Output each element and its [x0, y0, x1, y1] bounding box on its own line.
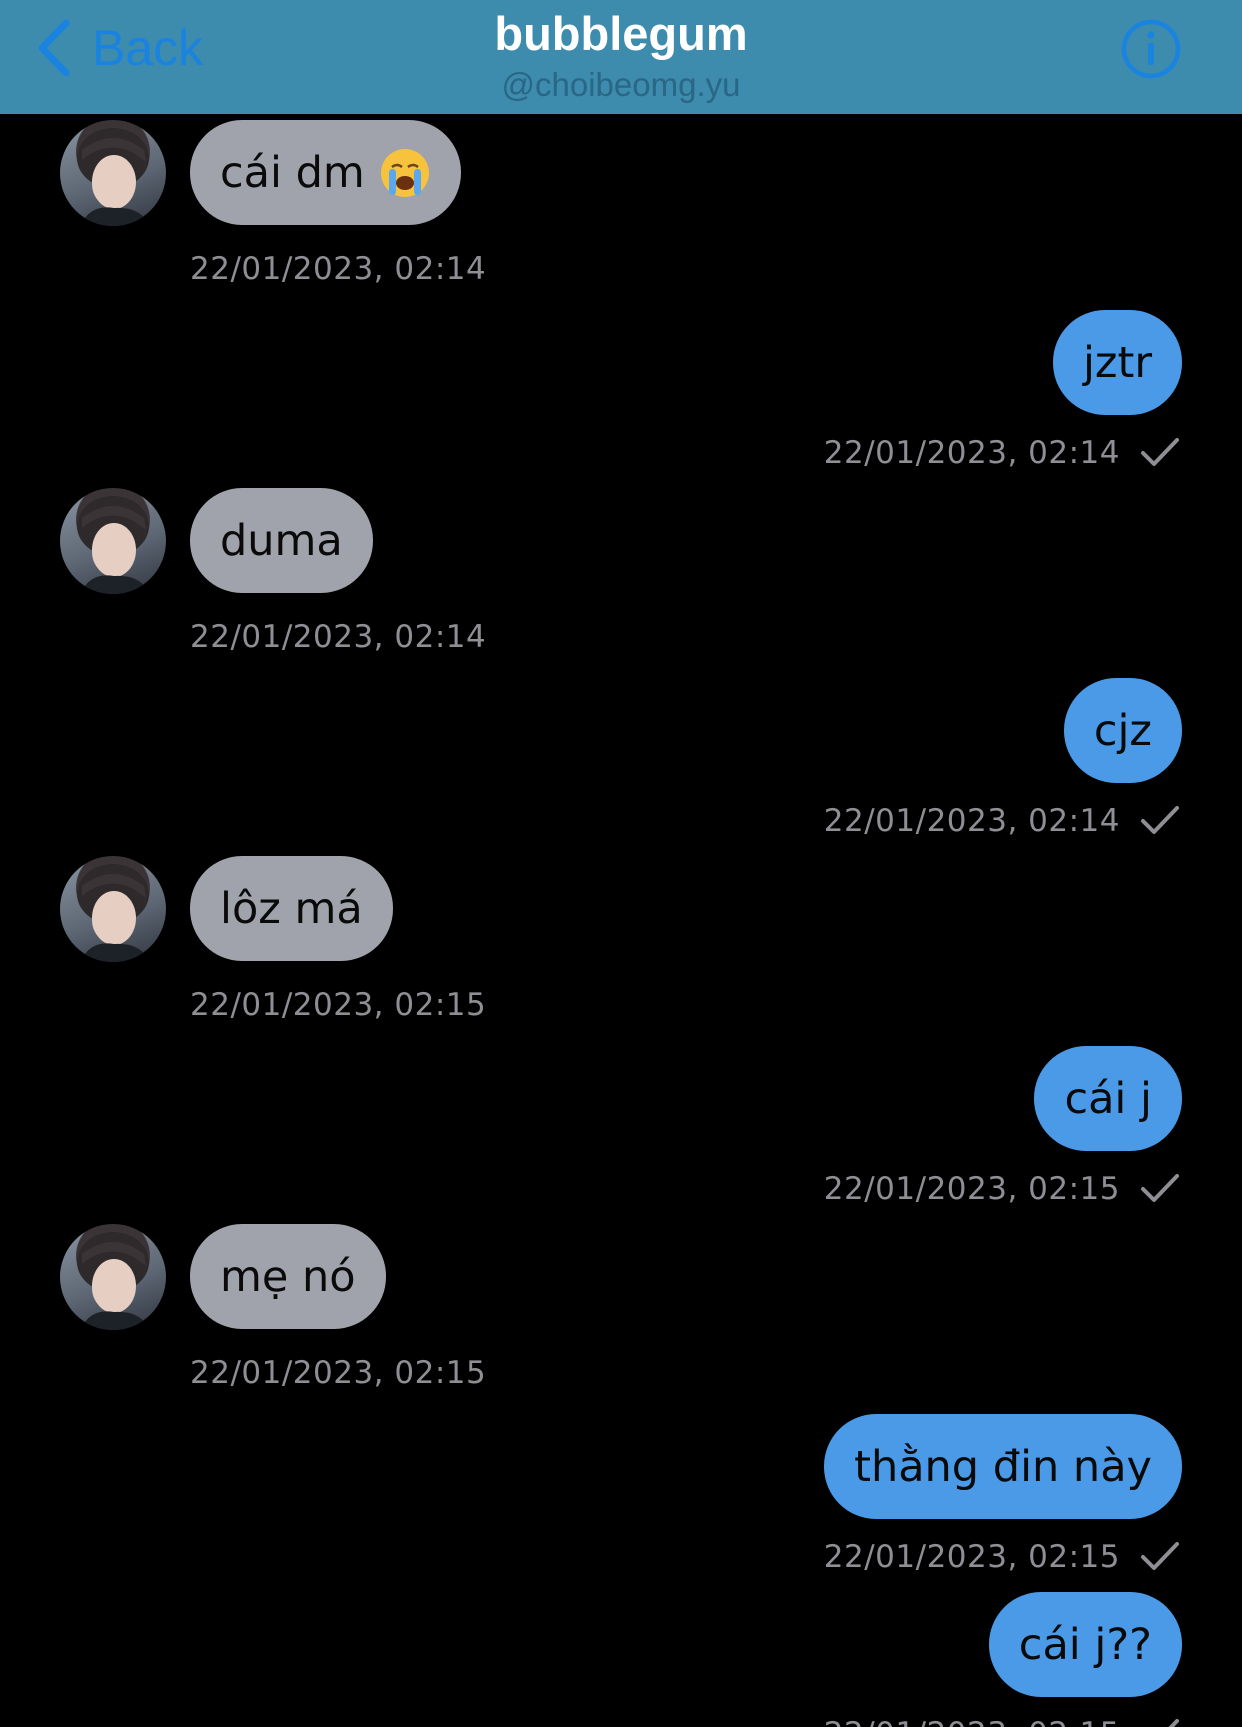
contact-avatar[interactable] — [60, 120, 166, 226]
message-text: cái j — [1064, 1073, 1152, 1124]
contact-avatar[interactable] — [60, 1224, 166, 1330]
message-timestamp: 22/01/2023, 02:15 — [823, 1539, 1120, 1575]
outgoing-message-bubble[interactable]: cái j?? — [988, 1592, 1182, 1697]
sent-check-icon — [1141, 1174, 1179, 1202]
contact-avatar[interactable] — [60, 856, 166, 962]
message-timestamp: 22/01/2023, 02:15 — [823, 1171, 1120, 1207]
message-text: cái dm — [220, 147, 365, 198]
incoming-message-bubble[interactable]: cái dm — [190, 120, 461, 225]
message-timestamp: 22/01/2023, 02:15 — [824, 1716, 1120, 1727]
chat-screen: Back bubblegum @choibeomg.yu cái dm 22/0… — [0, 0, 1242, 1727]
contact-name[interactable]: bubblegum — [0, 6, 1242, 61]
info-icon[interactable] — [1120, 18, 1182, 80]
message-timestamp: 22/01/2023, 02:14 — [823, 803, 1120, 839]
message-text: lôz má — [220, 883, 363, 934]
message-timestamp: 22/01/2023, 02:14 — [823, 435, 1120, 471]
sent-check-icon — [1141, 438, 1179, 466]
message-timestamp: 22/01/2023, 02:14 — [190, 619, 487, 655]
message-text: cjz — [1093, 705, 1152, 756]
incoming-message-bubble[interactable]: mẹ nó — [190, 1224, 386, 1329]
message-text: duma — [220, 515, 343, 566]
contact-handle: @choibeomg.yu — [501, 66, 741, 103]
sent-check-icon — [1168, 1719, 1179, 1727]
message-timestamp: 22/01/2023, 02:15 — [190, 1355, 487, 1391]
outgoing-message-bubble[interactable]: cjz — [1063, 678, 1182, 783]
incoming-message-bubble[interactable]: duma — [190, 488, 373, 593]
chat-header: Back bubblegum @choibeomg.yu — [0, 0, 1242, 114]
message-timestamp: 22/01/2023, 02:14 — [190, 251, 487, 287]
contact-avatar[interactable] — [60, 488, 166, 594]
outgoing-message-bubble[interactable]: thằng đin này — [824, 1414, 1182, 1519]
sent-check-icon — [1141, 1542, 1179, 1570]
message-text: mẹ nó — [220, 1251, 356, 1302]
message-text: jztr — [1082, 337, 1152, 388]
loudly-crying-face-icon — [380, 148, 429, 197]
incoming-message-bubble[interactable]: lôz má — [190, 856, 393, 961]
sent-check-icon — [1141, 806, 1179, 834]
outgoing-message-bubble[interactable]: cái j — [1034, 1046, 1182, 1151]
outgoing-message-bubble[interactable]: jztr — [1052, 310, 1182, 415]
message-text: cái j?? — [1018, 1619, 1152, 1670]
message-timestamp: 22/01/2023, 02:15 — [190, 987, 487, 1023]
message-text: thằng đin này — [854, 1441, 1152, 1492]
